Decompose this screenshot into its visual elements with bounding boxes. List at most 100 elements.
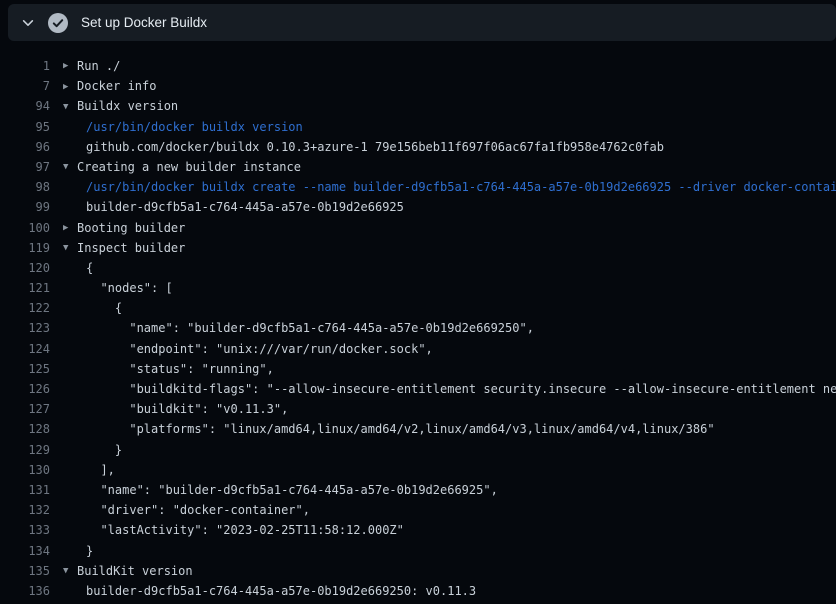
- log-line[interactable]: 1 ▶Run ./: [0, 56, 836, 76]
- step-title: Set up Docker Buildx: [81, 15, 207, 30]
- triangle-right-icon[interactable]: ▶: [63, 56, 77, 76]
- group-title: Booting builder: [77, 221, 185, 235]
- log-line: 127 "buildkit": "v0.11.3",: [0, 399, 836, 419]
- log-text: "driver": "docker-container",: [50, 500, 310, 520]
- log-text: ],: [50, 460, 115, 480]
- line-number[interactable]: 130: [0, 460, 50, 480]
- line-number[interactable]: 122: [0, 298, 50, 318]
- log-text: /usr/bin/docker buildx version: [50, 117, 303, 137]
- log-text: "lastActivity": "2023-02-25T11:58:12.000…: [50, 520, 404, 540]
- group-title: Run ./: [77, 59, 120, 73]
- log-text: ▼Creating a new builder instance: [50, 157, 301, 177]
- log-text: ▼BuildKit version: [50, 561, 193, 581]
- log-text: }: [50, 541, 93, 561]
- log-text: "buildkit": "v0.11.3",: [50, 399, 288, 419]
- log-text: "endpoint": "unix:///var/run/docker.sock…: [50, 339, 433, 359]
- step-header[interactable]: Set up Docker Buildx: [8, 4, 836, 41]
- line-number[interactable]: 136: [0, 581, 50, 601]
- log-line: 126 "buildkitd-flags": "--allow-insecure…: [0, 379, 836, 399]
- log-line: 134 }: [0, 541, 836, 561]
- line-number[interactable]: 128: [0, 419, 50, 439]
- log-text: "name": "builder-d9cfb5a1-c764-445a-a57e…: [50, 318, 534, 338]
- group-title: Docker info: [77, 79, 156, 93]
- line-number[interactable]: 131: [0, 480, 50, 500]
- triangle-right-icon[interactable]: ▶: [63, 77, 77, 97]
- line-number[interactable]: 129: [0, 440, 50, 460]
- line-number[interactable]: 132: [0, 500, 50, 520]
- line-number[interactable]: 99: [0, 197, 50, 217]
- line-number[interactable]: 120: [0, 258, 50, 278]
- triangle-down-icon[interactable]: ▼: [63, 97, 77, 117]
- line-number[interactable]: 100: [0, 218, 50, 238]
- log-text: ▶Booting builder: [50, 218, 185, 238]
- log-line: 128 "platforms": "linux/amd64,linux/amd6…: [0, 419, 836, 439]
- group-title: Inspect builder: [77, 241, 185, 255]
- log-text: "name": "builder-d9cfb5a1-c764-445a-a57e…: [50, 480, 498, 500]
- log-line: 133 "lastActivity": "2023-02-25T11:58:12…: [0, 520, 836, 540]
- log-line[interactable]: 94 ▼Buildx version: [0, 96, 836, 116]
- line-number[interactable]: 96: [0, 137, 50, 157]
- log-line: 98 /usr/bin/docker buildx create --name …: [0, 177, 836, 197]
- log-text: {: [50, 258, 93, 278]
- log-text: "buildkitd-flags": "--allow-insecure-ent…: [50, 379, 836, 399]
- log-text: ▼Inspect builder: [50, 238, 185, 258]
- line-number[interactable]: 97: [0, 157, 50, 177]
- line-number[interactable]: 127: [0, 399, 50, 419]
- line-number[interactable]: 95: [0, 117, 50, 137]
- group-title: Buildx version: [77, 99, 178, 113]
- log-text: }: [50, 440, 122, 460]
- log-text: "platforms": "linux/amd64,linux/amd64/v2…: [50, 419, 715, 439]
- triangle-down-icon[interactable]: ▼: [63, 238, 77, 258]
- check-circle-icon: [48, 13, 68, 33]
- line-number[interactable]: 94: [0, 96, 50, 116]
- triangle-down-icon[interactable]: ▼: [63, 561, 77, 581]
- log-line: 120 {: [0, 258, 836, 278]
- log-line[interactable]: 135 ▼BuildKit version: [0, 561, 836, 581]
- log-text: ▶Run ./: [50, 56, 120, 76]
- log-text: /usr/bin/docker buildx create --name bui…: [50, 177, 836, 197]
- log-line: 124 "endpoint": "unix:///var/run/docker.…: [0, 339, 836, 359]
- log-line[interactable]: 97 ▼Creating a new builder instance: [0, 157, 836, 177]
- group-title: BuildKit version: [77, 564, 193, 578]
- log-line: 95 /usr/bin/docker buildx version: [0, 117, 836, 137]
- log-text: builder-d9cfb5a1-c764-445a-a57e-0b19d2e6…: [50, 197, 404, 217]
- triangle-right-icon[interactable]: ▶: [63, 218, 77, 238]
- log-line: 131 "name": "builder-d9cfb5a1-c764-445a-…: [0, 480, 836, 500]
- line-number[interactable]: 126: [0, 379, 50, 399]
- log-text: ▼Buildx version: [50, 96, 178, 116]
- line-number[interactable]: 98: [0, 177, 50, 197]
- line-number[interactable]: 133: [0, 520, 50, 540]
- line-number[interactable]: 1: [0, 56, 50, 76]
- log-lines: 1 ▶Run ./ 7 ▶Docker info 94 ▼Buildx vers…: [0, 41, 836, 604]
- log-line[interactable]: 119 ▼Inspect builder: [0, 238, 836, 258]
- group-title: Creating a new builder instance: [77, 160, 301, 174]
- triangle-down-icon[interactable]: ▼: [63, 157, 77, 177]
- log-line[interactable]: 7 ▶Docker info: [0, 76, 836, 96]
- line-number[interactable]: 124: [0, 339, 50, 359]
- log-line: 136 builder-d9cfb5a1-c764-445a-a57e-0b19…: [0, 581, 836, 601]
- line-number[interactable]: 125: [0, 359, 50, 379]
- log-line: 125 "status": "running",: [0, 359, 836, 379]
- log-line: 132 "driver": "docker-container",: [0, 500, 836, 520]
- log-line: 121 "nodes": [: [0, 278, 836, 298]
- chevron-down-icon[interactable]: [21, 16, 35, 30]
- line-number[interactable]: 121: [0, 278, 50, 298]
- log-line: 123 "name": "builder-d9cfb5a1-c764-445a-…: [0, 318, 836, 338]
- log-text: builder-d9cfb5a1-c764-445a-a57e-0b19d2e6…: [50, 581, 476, 601]
- actions-log-viewer: Set up Docker Buildx 1 ▶Run ./ 7 ▶Docker…: [0, 0, 836, 604]
- log-line: 96 github.com/docker/buildx 0.10.3+azure…: [0, 137, 836, 157]
- line-number[interactable]: 119: [0, 238, 50, 258]
- log-line: 129 }: [0, 440, 836, 460]
- log-text: "nodes": [: [50, 278, 173, 298]
- log-text: github.com/docker/buildx 0.10.3+azure-1 …: [50, 137, 664, 157]
- log-line: 122 {: [0, 298, 836, 318]
- log-line[interactable]: 100 ▶Booting builder: [0, 218, 836, 238]
- line-number[interactable]: 7: [0, 76, 50, 96]
- log-text: "status": "running",: [50, 359, 274, 379]
- line-number[interactable]: 123: [0, 318, 50, 338]
- line-number[interactable]: 134: [0, 541, 50, 561]
- log-text: ▶Docker info: [50, 76, 156, 96]
- log-line: 99 builder-d9cfb5a1-c764-445a-a57e-0b19d…: [0, 197, 836, 217]
- log-text: {: [50, 298, 122, 318]
- line-number[interactable]: 135: [0, 561, 50, 581]
